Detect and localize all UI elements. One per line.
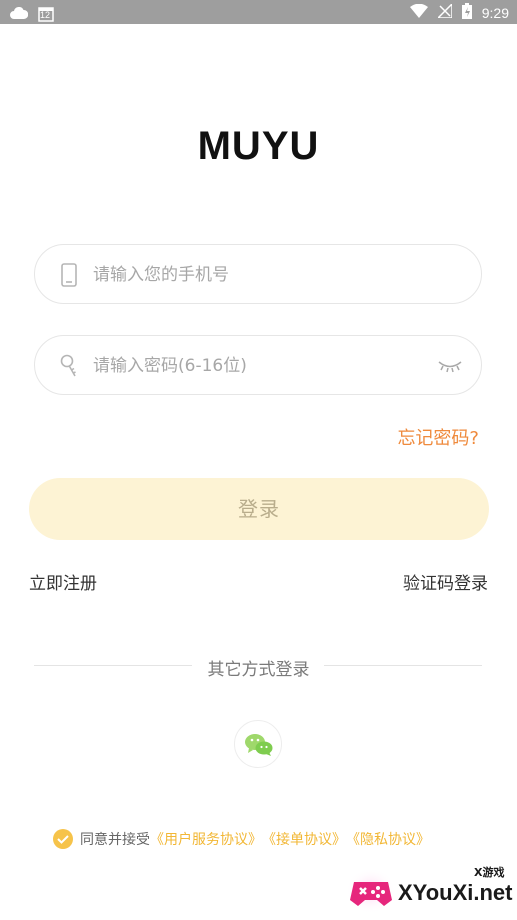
agreement-prefix: 同意并接受: [80, 832, 150, 848]
agreement-row: 同意并接受 《用户服务协议》 《接单协议》 《隐私协议》: [52, 828, 430, 850]
check-circle-icon[interactable]: [52, 828, 74, 850]
cloud-icon: [10, 4, 29, 23]
watermark-brand: XYouXi.net: [398, 880, 513, 905]
status-bar: 12 9:29: [0, 0, 517, 24]
battery-icon: [461, 3, 472, 22]
watermark: XYouXi.net X游戏: [346, 862, 517, 920]
wechat-login-button[interactable]: [234, 720, 282, 768]
wechat-icon: [244, 732, 274, 762]
watermark-small: X游戏: [474, 866, 505, 879]
forgot-password-link[interactable]: 忘记密码?: [397, 424, 479, 450]
phone-input[interactable]: [91, 245, 425, 305]
order-agreement-link[interactable]: 《接单协议》: [262, 829, 346, 849]
eye-closed-icon[interactable]: [437, 356, 463, 374]
no-signal-icon: [435, 2, 453, 21]
phone-field[interactable]: [34, 244, 482, 305]
gamepad-logo-icon: [346, 868, 396, 918]
register-link[interactable]: 立即注册: [29, 569, 97, 594]
code-login-link[interactable]: 验证码登录: [403, 569, 488, 594]
calendar-icon: 12: [38, 6, 54, 22]
app-title: MUYU: [197, 124, 320, 168]
user-agreement-link[interactable]: 《用户服务协议》: [150, 829, 262, 849]
login-button[interactable]: 登录: [29, 478, 489, 540]
key-icon: [59, 354, 79, 378]
other-login-label: 其它方式登录: [207, 660, 310, 680]
calendar-day: 12: [40, 9, 51, 20]
privacy-agreement-link[interactable]: 《隐私协议》: [346, 829, 430, 849]
status-time: 9:29: [481, 4, 509, 21]
divider-right: [324, 665, 482, 666]
wifi-icon: [409, 3, 428, 21]
password-input[interactable]: [91, 336, 425, 396]
phone-icon: [59, 263, 79, 287]
password-field[interactable]: [34, 335, 482, 396]
